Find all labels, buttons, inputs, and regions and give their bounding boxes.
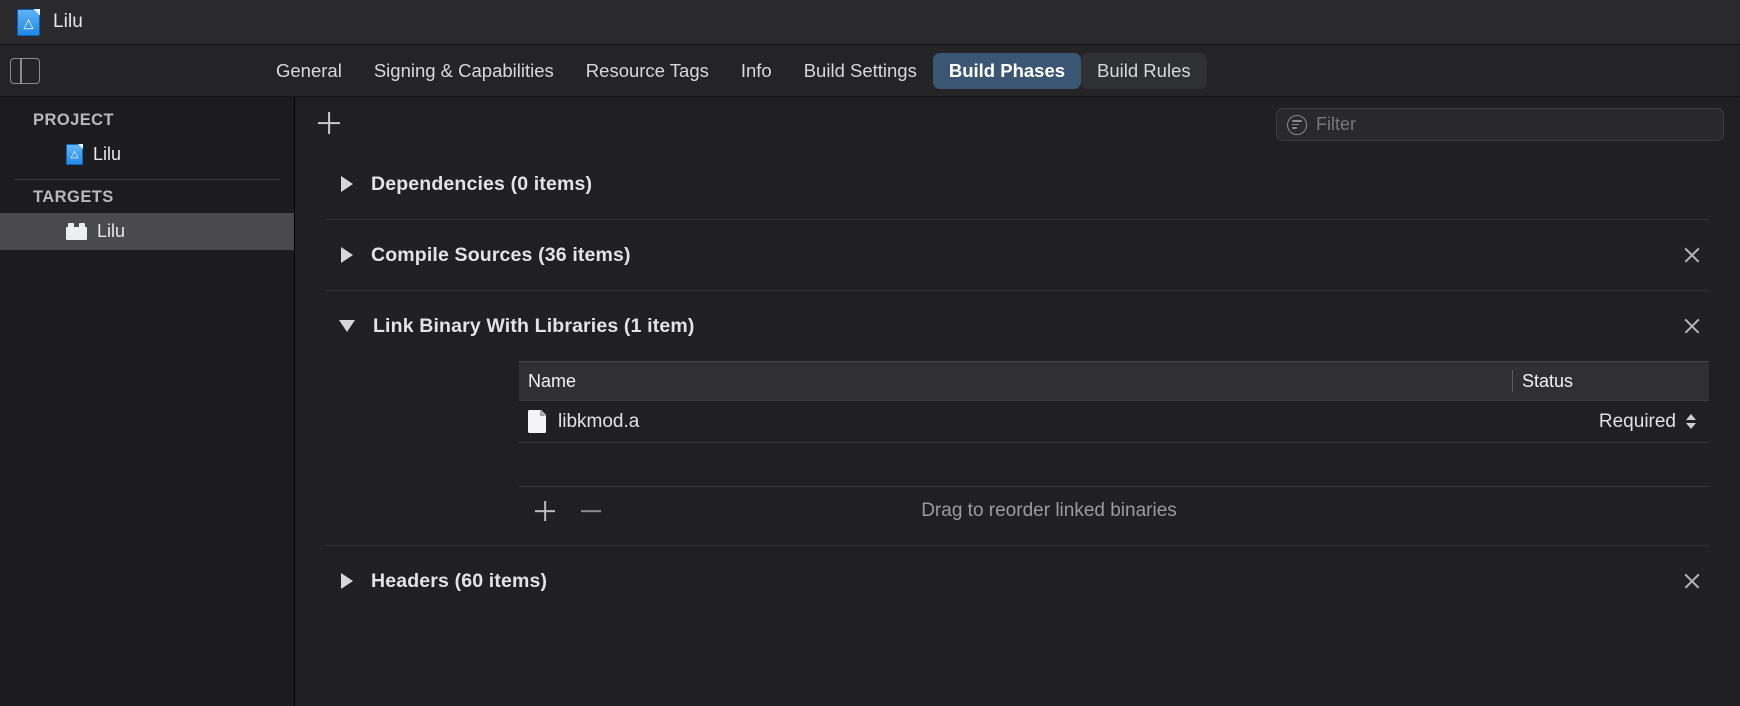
phase-footer-toolbar: Drag to reorder linked binaries [519, 487, 1709, 535]
tab-build-phases[interactable]: Build Phases [932, 52, 1082, 89]
build-phases-toolbar: Filter [295, 97, 1740, 149]
phase-header[interactable]: Headers (60 items) [326, 546, 1709, 616]
tab-general[interactable]: General [260, 53, 358, 89]
column-header-status[interactable]: Status [1512, 370, 1709, 392]
build-phase-dependencies: Dependencies (0 items) [326, 149, 1709, 219]
plus-icon[interactable] [316, 110, 342, 136]
build-phase-link-binary-with-libraries: Link Binary With Libraries (1 item) Name… [326, 290, 1709, 545]
tab-info[interactable]: Info [725, 53, 788, 89]
xcode-project-icon: △ [66, 144, 83, 165]
phase-header[interactable]: Dependencies (0 items) [326, 149, 1709, 219]
phase-header[interactable]: Link Binary With Libraries (1 item) [326, 291, 1709, 361]
sidebar-section-project: PROJECT [33, 111, 115, 129]
xcode-project-editor-window: △ Lilu General Signing & Capabilities Re… [0, 0, 1740, 706]
filter-input[interactable]: Filter [1276, 108, 1724, 141]
tab-build-settings[interactable]: Build Settings [788, 53, 933, 89]
tab-resource-tags[interactable]: Resource Tags [570, 53, 725, 89]
chevron-right-icon[interactable] [341, 573, 353, 589]
sidebar-toggle-icon[interactable] [10, 57, 40, 84]
status-value: Required [1598, 410, 1676, 432]
build-phases-pane: Filter Dependencies (0 items) Compile So… [295, 97, 1740, 706]
phase-title: Compile Sources (36 items) [371, 243, 631, 266]
phase-title: Headers (60 items) [371, 569, 548, 592]
table-header: Name Status [519, 361, 1709, 400]
minus-icon[interactable] [579, 499, 603, 523]
plus-icon[interactable] [533, 499, 557, 523]
build-phase-list: Dependencies (0 items) Compile Sources (… [295, 149, 1740, 706]
tab-build-rules[interactable]: Build Rules [1081, 52, 1207, 89]
filter-placeholder: Filter [1316, 114, 1356, 134]
phase-content: Name Status libkmod.a Required Drag to r… [326, 361, 1709, 545]
close-icon[interactable] [1681, 315, 1703, 337]
target-bundle-icon [66, 223, 87, 240]
close-icon[interactable] [1681, 244, 1703, 266]
table-cell-status[interactable]: Required [1512, 411, 1709, 433]
build-phase-headers: Headers (60 items) [326, 545, 1709, 616]
editor-body: PROJECT △ Lilu TARGETS Lilu Filter Depen… [0, 97, 1740, 706]
sidebar-item-label: Lilu [93, 144, 122, 164]
sidebar-item-target-lilu[interactable]: Lilu [0, 213, 294, 250]
project-target-sidebar: PROJECT △ Lilu TARGETS Lilu [0, 97, 295, 706]
tab-signing-capabilities[interactable]: Signing & Capabilities [358, 53, 570, 89]
chevron-right-icon[interactable] [341, 247, 353, 263]
filter-lines-icon [1287, 114, 1307, 135]
sidebar-item-label: Lilu [97, 221, 126, 241]
chevron-down-icon[interactable] [339, 320, 355, 332]
tab-group: General Signing & Capabilities Resource … [260, 52, 1207, 89]
chevron-right-icon[interactable] [341, 176, 353, 192]
phase-header[interactable]: Compile Sources (36 items) [326, 220, 1709, 290]
build-phase-compile-sources: Compile Sources (36 items) [326, 219, 1709, 290]
column-header-name[interactable]: Name [519, 371, 1512, 392]
phase-title: Dependencies (0 items) [371, 172, 593, 195]
window-title-bar: △ Lilu [0, 0, 1740, 45]
table-empty-area [519, 443, 1709, 487]
editor-tab-bar: General Signing & Capabilities Resource … [0, 45, 1740, 97]
reorder-hint: Drag to reorder linked binaries [921, 500, 1177, 521]
xcode-project-icon: △ [17, 8, 40, 36]
file-icon [528, 410, 546, 433]
library-name: libkmod.a [558, 410, 640, 432]
table-row[interactable]: libkmod.a Required [519, 400, 1709, 443]
table-cell-name: libkmod.a [519, 410, 1512, 433]
sidebar-item-project-lilu[interactable]: △ Lilu [0, 136, 294, 173]
window-title: Lilu [53, 11, 83, 32]
close-icon[interactable] [1681, 570, 1703, 592]
stepper-icon[interactable] [1684, 411, 1697, 433]
sidebar-divider [14, 179, 280, 180]
sidebar-section-targets: TARGETS [33, 188, 114, 206]
phase-title: Link Binary With Libraries (1 item) [373, 314, 695, 337]
